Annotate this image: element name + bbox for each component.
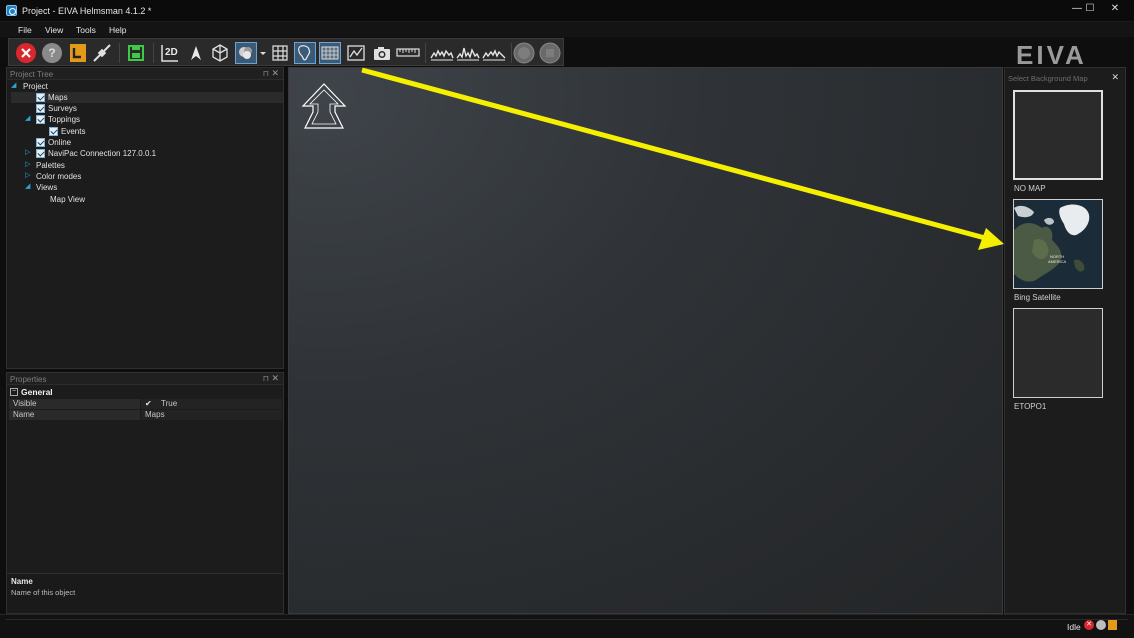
- map-option-label: NO MAP: [1014, 184, 1046, 193]
- map-option-no-map[interactable]: [1013, 90, 1103, 180]
- background-map-panel: Select Background Map ✕ NO MAP NORTH AME…: [1004, 67, 1126, 614]
- error-icon[interactable]: ✕: [1084, 620, 1094, 630]
- map-option-label: Bing Satellite: [1014, 293, 1061, 302]
- map-option-label: ETOPO1: [1014, 402, 1047, 411]
- map-option-bing-satellite[interactable]: NORTH AMERICA: [1013, 199, 1103, 289]
- map-option-etopo1[interactable]: [1013, 308, 1103, 398]
- close-icon[interactable]: ✕: [1111, 72, 1119, 83]
- background-map-title: Select Background Map: [1008, 74, 1088, 83]
- status-text: Idle: [1067, 622, 1081, 632]
- map-caption: AMERICA: [1048, 259, 1067, 264]
- idle-indicator-icon: [1096, 620, 1106, 630]
- status-progress-track: [6, 619, 1128, 620]
- annotation-arrow: [361, 67, 1004, 250]
- status-bar: Idle ✕: [0, 614, 1134, 638]
- log-status-icon[interactable]: [1108, 620, 1117, 630]
